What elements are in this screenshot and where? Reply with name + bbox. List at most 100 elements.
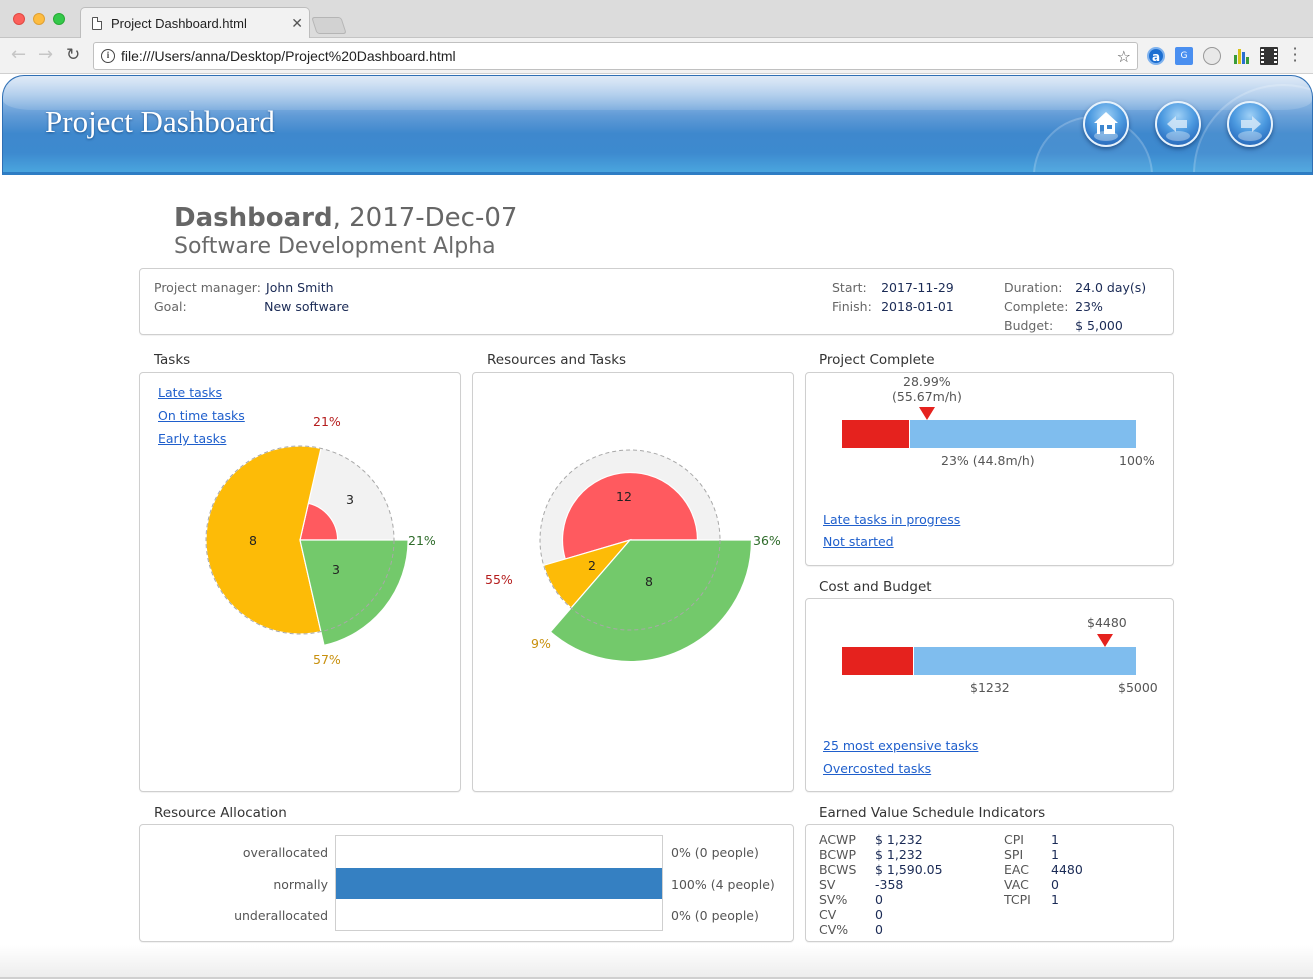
translate-extension-icon[interactable]: G [1175,47,1193,65]
earned-value-panel [805,824,1174,942]
goal-value: New software [264,299,350,314]
chat-extension-icon[interactable] [1203,47,1221,65]
document-icon [92,16,102,30]
ev-value-cpi: 1 [1051,832,1059,847]
ev-value-acwp: $ 1,232 [875,832,923,847]
reload-icon[interactable]: ↻ [66,45,80,65]
project-name: Software Development Alpha [174,234,496,259]
duration-label: Duration: [1004,280,1063,295]
dashboard-title: Dashboard, 2017-Dec-07 [174,203,517,233]
ev-value-cv: 0 [875,907,883,922]
budget-value: $ 5,000 [1075,318,1123,333]
banner-title: Project Dashboard [45,104,275,139]
duration-value: 24.0 day(s) [1075,280,1147,295]
home-button[interactable] [1083,101,1129,147]
home-icon [1094,112,1118,134]
page-heading: Dashboard, 2017-Dec-07 Software Developm… [174,203,517,259]
minimize-window-button[interactable] [33,13,45,25]
budget-max-label: $5000 [1118,680,1158,695]
ev-label-bcws: BCWS [819,862,857,877]
bookmark-star-icon[interactable]: ☆ [1117,47,1131,66]
not-started-link[interactable]: Not started [823,534,894,549]
late-tasks-in-progress-link[interactable]: Late tasks in progress [823,512,960,527]
goal-row: Goal: New software [154,296,349,315]
late-tasks-link[interactable]: Late tasks [158,385,222,400]
address-bar[interactable]: i file:///Users/anna/Desktop/Project%20D… [93,42,1138,70]
ev-label-spi: SPI [1004,847,1024,862]
resource-allocation-title: Resource Allocation [154,805,287,821]
browser-tab-content[interactable]: Project Dashboard.html ✕ [92,8,307,38]
page-footer-area [0,945,1313,979]
most-expensive-tasks-link[interactable]: 25 most expensive tasks [823,738,978,753]
ev-value-cv-pct: 0 [875,922,883,937]
url-text[interactable]: file:///Users/anna/Desktop/Project%20Das… [121,48,1117,64]
chart-extension-icon[interactable] [1232,47,1250,65]
amazon-extension-icon[interactable]: a [1147,47,1165,65]
back-arrow-icon[interactable]: ← [11,44,26,65]
new-tab-button[interactable] [311,17,347,34]
project-complete-bar-marker-icon [919,407,936,420]
alloc-value-underallocated: 0% (0 people) [671,908,759,923]
on-time-tasks-link[interactable]: On time tasks [158,408,245,423]
ev-value-eac: 4480 [1051,862,1083,877]
overcosted-tasks-link[interactable]: Overcosted tasks [823,761,931,776]
complete-row: Complete: 23% [1004,296,1103,315]
max-percent-label: 100% [1119,453,1155,468]
tasks-title: Tasks [154,352,191,368]
cost-budget-title: Cost and Budget [819,579,932,595]
close-window-button[interactable] [13,13,25,25]
resources-panel [472,372,794,792]
tab-title: Project Dashboard.html [111,15,247,31]
complete-value: 23% [1075,299,1103,314]
ev-label-acwp: ACWP [819,832,856,847]
ev-label-sv-pct: SV% [819,892,848,907]
ev-label-tcpi: TCPI [1004,892,1031,907]
start-value: 2017-11-29 [881,280,954,295]
forward-button[interactable] [1227,101,1273,147]
right-arrow-icon [1241,116,1261,132]
info-icon[interactable]: i [101,49,115,63]
goal-label: Goal: [154,299,187,314]
budget-row: Budget: $ 5,000 [1004,315,1123,334]
resources-title: Resources and Tasks [487,352,627,368]
ev-label-cpi: CPI [1004,832,1024,847]
alloc-label-normally: normally [273,877,328,892]
finish-row: Finish: 2018-01-01 [832,296,954,315]
ev-label-bcwp: BCWP [819,847,856,862]
ev-value-spi: 1 [1051,847,1059,862]
ev-label-sv: SV [819,877,836,892]
eac-marker-label: $4480 [1087,615,1127,630]
marker-percent-label: 28.99% [903,374,951,389]
ev-value-sv-pct: 0 [875,892,883,907]
browser-tab-bar: Project Dashboard.html ✕ [0,0,1313,39]
cost-budget-bar-fill [842,647,914,675]
ev-label-cv: CV [819,907,837,922]
maximize-window-button[interactable] [53,13,65,25]
ev-label-vac: VAC [1004,877,1029,892]
film-extension-icon[interactable] [1260,47,1278,65]
ev-value-bcws: $ 1,590.05 [875,862,943,877]
ev-value-sv: -358 [875,877,904,892]
ev-value-vac: 0 [1051,877,1059,892]
ev-label-eac: EAC [1004,862,1029,877]
project-complete-bar-fill [842,420,910,448]
finish-label: Finish: [832,299,872,314]
actual-cost-label: $1232 [970,680,1010,695]
back-button[interactable] [1155,101,1201,147]
project-complete-title: Project Complete [819,352,935,368]
duration-row: Duration: 24.0 day(s) [1004,277,1146,296]
left-arrow-icon [1167,116,1187,132]
browser-menu-icon[interactable]: · · · [1292,41,1298,69]
alloc-label-overallocated: overallocated [242,845,328,860]
current-percent-label: 23% (44.8m/h) [941,453,1035,468]
manager-row: Project manager: John Smith [154,277,334,296]
page-banner: Project Dashboard [2,75,1313,175]
dashboard-title-bold: Dashboard [174,203,333,233]
forward-arrow-icon[interactable]: → [38,44,53,65]
browser-toolbar: ← → ↻ i file:///Users/anna/Desktop/Proje… [0,38,1313,74]
early-tasks-link[interactable]: Early tasks [158,431,226,446]
close-tab-icon[interactable]: ✕ [291,15,303,32]
ev-value-tcpi: 1 [1051,892,1059,907]
cost-budget-bar-marker-icon [1097,634,1114,647]
start-row: Start: 2017-11-29 [832,277,954,296]
